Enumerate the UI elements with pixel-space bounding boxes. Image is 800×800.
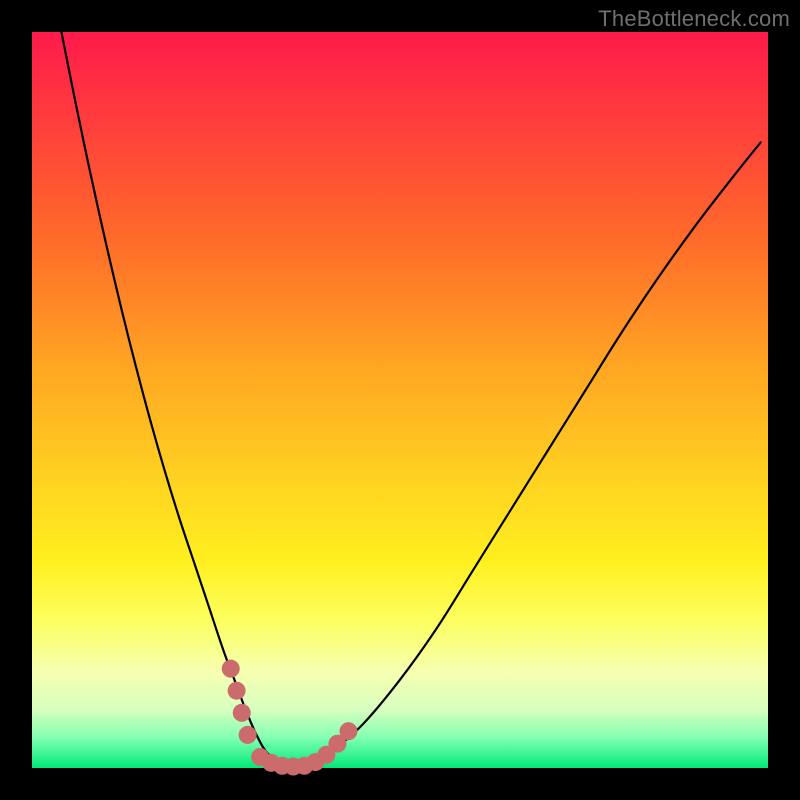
- plot-area: [32, 32, 768, 768]
- watermark-text: TheBottleneck.com: [598, 6, 790, 32]
- bottleneck-curve: [61, 32, 760, 768]
- chart-frame: TheBottleneck.com: [0, 0, 800, 800]
- marker-dot: [339, 722, 357, 740]
- marker-dot: [239, 726, 257, 744]
- curve-layer: [32, 32, 768, 768]
- marker-group: [222, 660, 358, 776]
- marker-dot: [228, 682, 246, 700]
- marker-dot: [233, 704, 251, 722]
- marker-dot: [222, 660, 240, 678]
